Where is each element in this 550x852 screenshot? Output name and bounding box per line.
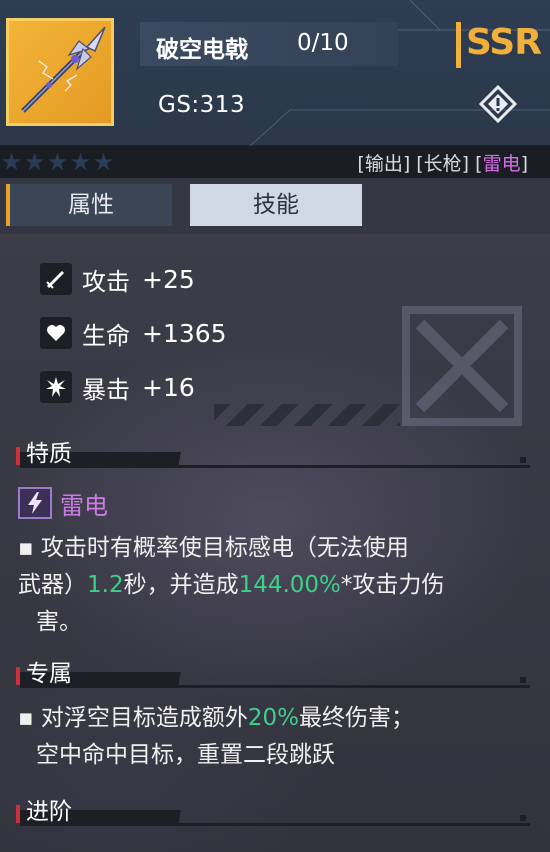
section-title: 特质 xyxy=(26,441,72,467)
stat-label: 暴击 xyxy=(82,375,130,404)
trait-description: ▪ 攻击时有概率使目标感电（无法使用 武器）1.2秒，并造成144.00%*攻击… xyxy=(18,530,518,641)
item-tags: [输出] [长枪] [雷电] xyxy=(357,149,528,176)
stat-crit: 暴击 +16 xyxy=(40,370,195,404)
stat-value: +25 xyxy=(142,264,195,294)
item-name: 破空电戟 xyxy=(156,37,248,63)
tag-row: ★ ★ ★ ★ ★ [输出] [长枪] [雷电] xyxy=(0,146,550,178)
diamond-alert-icon xyxy=(478,84,518,124)
desc-line: 害。 xyxy=(36,609,82,635)
hazard-stripes xyxy=(214,404,400,426)
section-marker xyxy=(16,667,20,685)
item-icon-frame[interactable] xyxy=(6,18,114,126)
section-title: 专属 xyxy=(26,661,72,687)
crossed-swords-emblem xyxy=(402,306,522,426)
burst-icon xyxy=(40,371,72,403)
desc-highlight: 20% xyxy=(247,705,300,731)
section-dot xyxy=(520,815,526,821)
tab-bar: 属性 技能 xyxy=(0,178,550,234)
star-icon: ★ xyxy=(23,148,46,176)
sword-icon xyxy=(40,263,72,295)
desc-text: 武器） xyxy=(18,572,87,598)
trait-name: 雷电 xyxy=(60,491,108,520)
star-icon: ★ xyxy=(92,148,115,176)
info-button[interactable] xyxy=(478,84,518,124)
star-rating: ★ ★ ★ ★ ★ xyxy=(0,148,115,176)
section-dot xyxy=(520,457,526,463)
section-advance: 进阶 xyxy=(16,790,530,826)
desc-text: 最终伤害； xyxy=(299,705,415,731)
desc-line: ▪ 攻击时有概率使目标感电（无法使用 xyxy=(18,535,409,561)
element-tag: 雷电 xyxy=(482,153,521,175)
desc-highlight: 144.00% xyxy=(238,572,341,598)
tags-suffix: ] xyxy=(520,153,528,175)
star-icon: ★ xyxy=(69,148,92,176)
exclusive-description: ▪ 对浮空目标造成额外20%最终伤害； 空中命中目标，重置二段跳跃 xyxy=(18,700,518,774)
desc-text: ▪ 对浮空目标造成额外 xyxy=(18,705,248,731)
section-dot xyxy=(520,677,526,683)
rarity-label: SSR xyxy=(466,22,542,63)
gear-score: GS:313 xyxy=(158,92,246,118)
tab-skills[interactable]: 技能 xyxy=(190,184,362,226)
stat-label: 攻击 xyxy=(82,267,130,296)
section-marker xyxy=(16,805,20,823)
lightning-icon xyxy=(18,487,52,519)
star-icon: ★ xyxy=(46,148,69,176)
desc-text: 秒，并造成 xyxy=(123,572,239,598)
desc-line: 空中命中目标，重置二段跳跃 xyxy=(36,742,335,768)
tab-attributes[interactable]: 属性 xyxy=(6,184,172,226)
section-title: 进阶 xyxy=(26,799,72,825)
desc-highlight: 1.2 xyxy=(87,572,124,598)
trait-entry: 雷电 xyxy=(18,486,108,520)
section-marker xyxy=(16,447,20,465)
section-exclusive: 专属 xyxy=(16,652,530,688)
rarity-bar xyxy=(456,22,461,68)
stat-health: 生命 +1365 xyxy=(40,316,227,350)
tags-prefix: [输出] [长枪] [ xyxy=(357,153,483,175)
star-icon: ★ xyxy=(0,148,23,176)
stat-label: 生命 xyxy=(82,321,130,350)
desc-line: 武器）1.2秒，并造成144.00%*攻击力伤 xyxy=(18,567,518,604)
item-count: 0/10 xyxy=(297,30,349,56)
stat-value: +16 xyxy=(142,372,195,402)
heart-icon xyxy=(40,317,72,349)
rarity-badge: SSR xyxy=(456,20,542,70)
spear-icon xyxy=(21,26,106,113)
desc-line: ▪ 对浮空目标造成额外20%最终伤害； xyxy=(18,700,518,737)
stat-attack: 攻击 +25 xyxy=(40,262,195,296)
desc-text: *攻击力伤 xyxy=(340,572,445,598)
section-traits: 特质 xyxy=(16,432,530,468)
stat-value: +1365 xyxy=(142,318,227,348)
